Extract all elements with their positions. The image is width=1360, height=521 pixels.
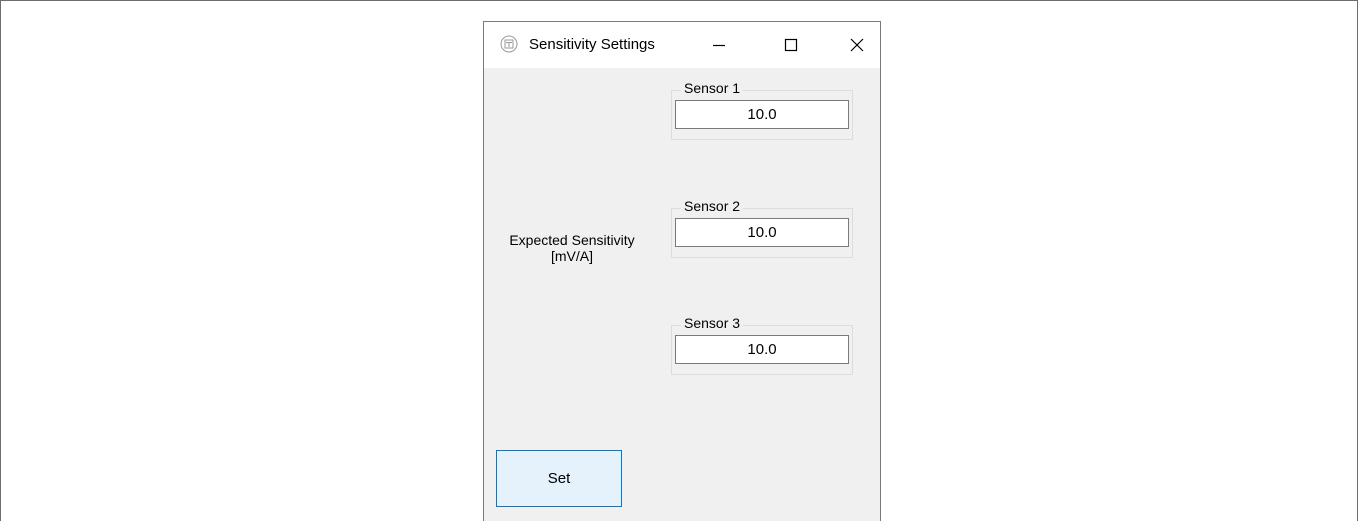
sensor-1-group: Sensor 1 <box>671 80 853 140</box>
expected-sensitivity-label: Expected Sensitivity [mV/A] <box>492 232 652 264</box>
sensor-3-label: Sensor 3 <box>681 315 744 331</box>
sensitivity-settings-window: Sensitivity Settings Sensor 1 Sensor 2 <box>483 21 881 521</box>
window-title: Sensitivity Settings <box>529 36 655 53</box>
sensor-3-group: Sensor 3 <box>671 315 853 375</box>
minimize-button[interactable] <box>696 22 742 68</box>
sensor-2-label: Sensor 2 <box>681 198 744 214</box>
sensor-2-group: Sensor 2 <box>671 198 853 258</box>
maximize-icon <box>784 38 798 52</box>
minimize-icon <box>713 44 725 47</box>
sensor-1-label: Sensor 1 <box>681 80 744 96</box>
expected-sensitivity-unit: [mV/A] <box>550 248 593 264</box>
close-icon <box>850 38 864 52</box>
sensor-1-value-input[interactable] <box>675 100 849 129</box>
maximize-button[interactable] <box>768 22 814 68</box>
sensor-2-value-input[interactable] <box>675 218 849 247</box>
close-button[interactable] <box>834 22 880 68</box>
sensor-3-value-input[interactable] <box>675 335 849 364</box>
app-icon <box>500 35 518 53</box>
set-button[interactable]: Set <box>496 450 622 507</box>
expected-sensitivity-label-line1: Expected Sensitivity <box>509 232 635 248</box>
title-bar[interactable]: Sensitivity Settings <box>484 22 880 68</box>
